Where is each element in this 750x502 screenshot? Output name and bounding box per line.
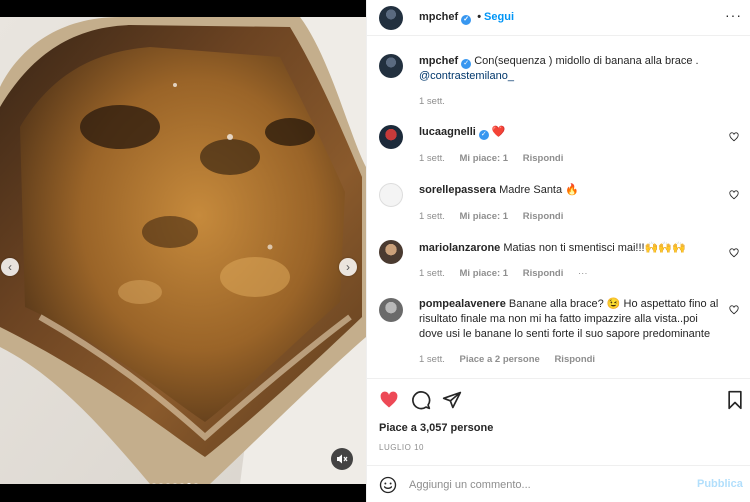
verified-icon: ✓ bbox=[478, 130, 489, 140]
comment-composer: Pubblica bbox=[367, 465, 750, 502]
caption: mpchef ✓ Con(sequenza ) midollo di banana… bbox=[419, 54, 739, 84]
comment: lucaagnelli ✓ ❤️ bbox=[419, 125, 719, 140]
reply-button[interactable]: Rispondi bbox=[523, 153, 564, 164]
avatar[interactable] bbox=[379, 6, 403, 30]
caption-text: Con(sequenza ) midollo di banana alla br… bbox=[474, 55, 699, 67]
media-letterbox-top bbox=[0, 0, 366, 17]
comment-more-icon[interactable]: ··· bbox=[578, 268, 588, 279]
reply-button[interactable]: Rispondi bbox=[523, 268, 564, 279]
caption-author[interactable]: mpchef bbox=[419, 55, 458, 67]
comment-meta: 1 sett. Mi piace: 1 Rispondi ··· bbox=[419, 268, 600, 279]
more-options-button[interactable]: ··· bbox=[725, 7, 742, 23]
media-letterbox-bottom bbox=[0, 484, 366, 502]
emoji-icon[interactable] bbox=[379, 476, 397, 494]
comment-author[interactable]: lucaagnelli bbox=[419, 126, 476, 138]
post-actions: Piace a 3,057 persone LUGLIO 10 Pubblica bbox=[367, 378, 750, 502]
post-dialog: ‹ › mpchef ✓ • Segui ··· mpchef ✓ Con(se… bbox=[0, 0, 750, 502]
comment-avatar[interactable] bbox=[379, 125, 403, 149]
comment-likes[interactable]: Piace a 2 persone bbox=[460, 354, 540, 365]
comment-author[interactable]: sorellepassera bbox=[419, 184, 496, 196]
caption-meta: 1 sett. bbox=[419, 96, 457, 107]
separator-dot: • bbox=[477, 11, 482, 23]
comment-meta: 1 sett. Mi piace: 1 Rispondi bbox=[419, 153, 575, 164]
chevron-right-icon: › bbox=[346, 260, 350, 274]
comment: pompealavenere Banane alla brace? 😉 Ho a… bbox=[419, 297, 724, 342]
follow-button[interactable]: Segui bbox=[484, 11, 514, 23]
author-name[interactable]: mpchef bbox=[419, 11, 458, 23]
comment-time[interactable]: 1 sett. bbox=[419, 153, 445, 164]
comment-like-icon[interactable] bbox=[729, 190, 739, 200]
comment-avatar[interactable] bbox=[379, 298, 403, 322]
banana-marrow-image bbox=[0, 17, 366, 484]
comment-avatar[interactable] bbox=[379, 240, 403, 264]
post-author[interactable]: mpchef ✓ • Segui bbox=[419, 11, 514, 25]
publish-button[interactable]: Pubblica bbox=[697, 478, 743, 490]
more-icon: ··· bbox=[725, 7, 742, 23]
comment-likes[interactable]: Mi piace: 1 bbox=[460, 211, 509, 222]
post-date[interactable]: LUGLIO 10 bbox=[379, 443, 424, 452]
comment-like-icon[interactable] bbox=[729, 248, 739, 258]
chevron-left-icon: ‹ bbox=[8, 260, 12, 274]
post-side-panel: mpchef ✓ • Segui ··· mpchef ✓ Con(sequenza … bbox=[366, 0, 750, 502]
comment-likes[interactable]: Mi piace: 1 bbox=[460, 153, 509, 164]
comment-input[interactable] bbox=[409, 475, 679, 495]
comment-author[interactable]: mariolanzarone bbox=[419, 242, 500, 254]
comment-time[interactable]: 1 sett. bbox=[419, 211, 445, 222]
comment: sorellepassera Madre Santa 🔥 bbox=[419, 183, 719, 198]
bookmark-icon[interactable] bbox=[725, 390, 745, 410]
heart-icon[interactable] bbox=[379, 390, 399, 410]
comment-time[interactable]: 1 sett. bbox=[419, 354, 445, 365]
comment-text: Madre Santa 🔥 bbox=[499, 184, 579, 196]
comment-icon[interactable] bbox=[411, 390, 431, 410]
comment-meta: 1 sett. Piace a 2 persone Rispondi bbox=[419, 354, 607, 365]
verified-icon: ✓ bbox=[461, 59, 472, 69]
reply-button[interactable]: Rispondi bbox=[523, 211, 564, 222]
comment-author[interactable]: pompealavenere bbox=[419, 298, 506, 310]
verified-icon: ✓ bbox=[461, 15, 472, 25]
mute-button[interactable] bbox=[331, 448, 353, 470]
caption-time[interactable]: 1 sett. bbox=[419, 96, 445, 107]
carousel-prev-button[interactable]: ‹ bbox=[1, 258, 19, 276]
comment-time[interactable]: 1 sett. bbox=[419, 268, 445, 279]
caption-mention-link[interactable]: @contrastemilano_ bbox=[419, 70, 514, 82]
likes-count[interactable]: Piace a 3,057 persone bbox=[379, 422, 493, 434]
carousel-next-button[interactable]: › bbox=[339, 258, 357, 276]
mute-icon bbox=[337, 454, 348, 464]
comment-like-icon[interactable] bbox=[729, 132, 739, 142]
comment: mariolanzarone Matias non ti smentisci m… bbox=[419, 241, 719, 256]
comment-like-icon[interactable] bbox=[729, 305, 739, 315]
caption-avatar[interactable] bbox=[379, 54, 403, 78]
comment-text: Matias non ti smentisci mai!!!🙌🙌🙌 bbox=[503, 242, 686, 254]
post-header: mpchef ✓ • Segui ··· bbox=[367, 0, 750, 36]
comment-meta: 1 sett. Mi piace: 1 Rispondi bbox=[419, 211, 575, 222]
share-icon[interactable] bbox=[442, 390, 462, 410]
comment-text: ❤️ bbox=[491, 126, 506, 138]
reply-button[interactable]: Rispondi bbox=[554, 354, 595, 365]
post-media: ‹ › bbox=[0, 0, 366, 502]
comment-avatar[interactable] bbox=[379, 183, 403, 207]
post-photo[interactable]: ‹ › bbox=[0, 17, 366, 484]
comment-likes[interactable]: Mi piace: 1 bbox=[460, 268, 509, 279]
